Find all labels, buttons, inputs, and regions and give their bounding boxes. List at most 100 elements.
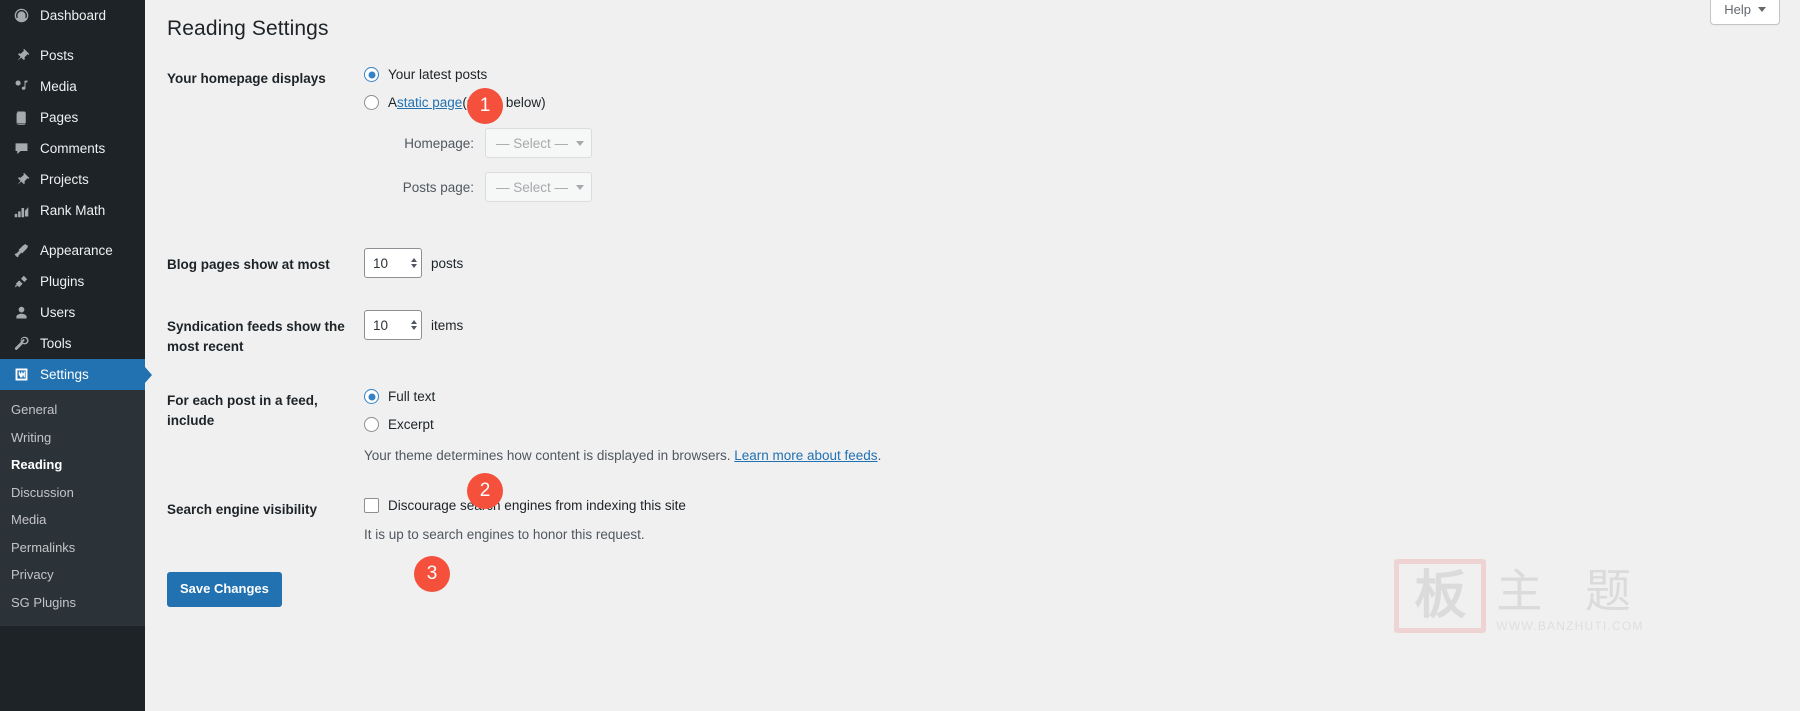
row-label-homepage-displays: Your homepage displays bbox=[167, 71, 326, 86]
sidebar-item-label: Posts bbox=[40, 47, 74, 63]
row-homepage-select: Homepage: — Select — bbox=[364, 128, 1800, 158]
help-tab-wrap: Help bbox=[1710, 0, 1780, 25]
spinner-up-icon[interactable] bbox=[411, 320, 417, 324]
submenu-item-media[interactable]: Media bbox=[0, 506, 145, 534]
spinner-down-icon[interactable] bbox=[411, 326, 417, 330]
sidebar-item-comments[interactable]: Comments bbox=[0, 133, 145, 164]
option-latest-posts-label: Your latest posts bbox=[388, 66, 488, 82]
radio-static-page[interactable] bbox=[364, 95, 379, 110]
sidebar-item-tools[interactable]: Tools bbox=[0, 328, 145, 359]
sidebar-item-media[interactable]: Media bbox=[0, 71, 145, 102]
feed-theme-note: Your theme determines how content is dis… bbox=[364, 446, 1800, 466]
submenu-item-writing[interactable]: Writing bbox=[0, 424, 145, 452]
submit-field: Save Changes bbox=[167, 572, 1800, 608]
option-discourage-search-engines[interactable]: Discourage search engines from indexing … bbox=[364, 498, 1800, 514]
discourage-search-engines-label: Discourage search engines from indexing … bbox=[388, 498, 686, 514]
save-changes-button[interactable]: Save Changes bbox=[167, 572, 282, 608]
syndication-unit: items bbox=[431, 317, 464, 333]
sidebar-item-pages[interactable]: Pages bbox=[0, 102, 145, 133]
sidebar-separator bbox=[0, 226, 145, 235]
tools-icon bbox=[11, 334, 31, 354]
sidebar-item-appearance[interactable]: Appearance bbox=[0, 235, 145, 266]
row-feed-include: For each post in a feed, include Full te… bbox=[167, 389, 1800, 466]
row-submit: Save Changes bbox=[167, 572, 1800, 608]
pages-icon bbox=[11, 108, 31, 128]
sidebar-item-rank-math[interactable]: Rank Math bbox=[0, 195, 145, 226]
submenu-item-label: Writing bbox=[11, 429, 52, 445]
radio-excerpt[interactable] bbox=[364, 417, 379, 433]
row-search-visibility: Search engine visibility Discourage sear… bbox=[167, 498, 1800, 542]
option-excerpt-label: Excerpt bbox=[388, 416, 434, 432]
sidebar-item-posts[interactable]: Posts bbox=[0, 40, 145, 71]
submenu-item-label: SG Plugins bbox=[11, 594, 77, 610]
number-spinner[interactable] bbox=[411, 320, 417, 330]
static-page-link[interactable]: static page bbox=[397, 96, 462, 110]
submenu-item-general[interactable]: General bbox=[0, 396, 145, 424]
spinner-up-icon[interactable] bbox=[411, 258, 417, 262]
radio-latest-posts[interactable] bbox=[364, 67, 379, 82]
submenu-item-permalinks[interactable]: Permalinks bbox=[0, 534, 145, 562]
feed-include-options: Full text Excerpt Your theme determines … bbox=[364, 389, 1800, 466]
sidebar-item-label: Appearance bbox=[40, 242, 113, 258]
homepage-select-value: — Select — bbox=[496, 135, 569, 151]
watermark-url: WWW.BANZHUTI.COM bbox=[1496, 619, 1644, 633]
learn-more-feeds-link[interactable]: Learn more about feeds bbox=[734, 448, 877, 463]
sidebar-item-plugins[interactable]: Plugins bbox=[0, 266, 145, 297]
sidebar-item-label: Tools bbox=[40, 335, 72, 351]
posts-page-select[interactable]: — Select — bbox=[485, 172, 592, 202]
chevron-down-icon bbox=[576, 140, 584, 146]
homepage-select[interactable]: — Select — bbox=[485, 128, 592, 158]
dashboard-icon bbox=[11, 6, 31, 26]
sidebar-separator bbox=[0, 31, 145, 40]
sidebar-item-label: Pages bbox=[40, 109, 79, 125]
number-spinner[interactable] bbox=[411, 258, 417, 268]
syndication-input[interactable]: 10 bbox=[364, 310, 422, 340]
annotation-badge-1: 1 bbox=[467, 88, 503, 124]
submenu-item-discussion[interactable]: Discussion bbox=[0, 479, 145, 507]
sidebar-item-settings[interactable]: Settings bbox=[0, 359, 145, 390]
submenu-item-reading[interactable]: Reading bbox=[0, 451, 145, 479]
sidebar-item-label: Projects bbox=[40, 171, 89, 187]
blog-pages-input[interactable]: 10 bbox=[364, 248, 422, 278]
media-icon bbox=[11, 77, 31, 97]
row-syndication-feeds: Syndication feeds show the most recent 1… bbox=[167, 310, 1800, 356]
submenu-item-privacy[interactable]: Privacy bbox=[0, 561, 145, 589]
comments-icon bbox=[11, 139, 31, 159]
sidebar-item-dashboard[interactable]: Dashboard bbox=[0, 0, 145, 31]
option-excerpt[interactable]: Excerpt bbox=[364, 416, 1800, 433]
submenu-item-label: Media bbox=[11, 512, 47, 528]
page-title: Reading Settings bbox=[167, 17, 329, 40]
submenu-item-sg-plugins[interactable]: SG Plugins bbox=[0, 589, 145, 617]
sidebar-item-users[interactable]: Users bbox=[0, 297, 145, 328]
feed-theme-note-suffix: . bbox=[877, 448, 882, 464]
reading-settings-form: Your homepage displays Your latest posts… bbox=[145, 67, 1800, 608]
annotation-badge-2: 2 bbox=[467, 473, 503, 509]
option-static-page[interactable]: A static page (select below) bbox=[364, 95, 1800, 110]
homepage-select-label: Homepage: bbox=[404, 135, 474, 151]
syndication-input-wrap: 10 items bbox=[364, 310, 1800, 340]
blog-pages-input-wrap: 10 posts bbox=[364, 248, 1800, 278]
option-full-text[interactable]: Full text bbox=[364, 389, 1800, 405]
submenu-item-label: Reading bbox=[11, 457, 63, 473]
submenu-item-label: Permalinks bbox=[11, 539, 76, 555]
main-content: Help Reading Settings Your homepage disp… bbox=[145, 0, 1800, 711]
sidebar-item-label: Rank Math bbox=[40, 202, 106, 218]
search-visibility-field: Discourage search engines from indexing … bbox=[364, 498, 1800, 542]
sidebar-item-label: Comments bbox=[40, 140, 106, 156]
row-label-search-visibility: Search engine visibility bbox=[167, 502, 318, 518]
sidebar-item-label: Plugins bbox=[40, 273, 85, 289]
posts-page-select-value: — Select — bbox=[496, 179, 569, 195]
spinner-down-icon[interactable] bbox=[411, 264, 417, 268]
rankmath-icon bbox=[11, 201, 31, 221]
row-homepage-displays: Your homepage displays Your latest posts… bbox=[167, 67, 1800, 202]
search-visibility-note: It is up to search engines to honor this… bbox=[364, 527, 645, 543]
radio-full-text[interactable] bbox=[364, 389, 379, 405]
posts-page-select-label: Posts page: bbox=[402, 179, 474, 195]
help-button[interactable]: Help bbox=[1710, 0, 1780, 25]
option-latest-posts[interactable]: Your latest posts bbox=[364, 67, 1800, 82]
sidebar-item-projects[interactable]: Projects bbox=[0, 164, 145, 195]
checkbox-discourage-search-engines[interactable] bbox=[364, 498, 379, 514]
submenu-item-label: General bbox=[11, 402, 58, 417]
blog-pages-field: 10 posts bbox=[364, 248, 1800, 278]
settings-submenu: General Writing Reading Discussion Media… bbox=[0, 390, 145, 627]
